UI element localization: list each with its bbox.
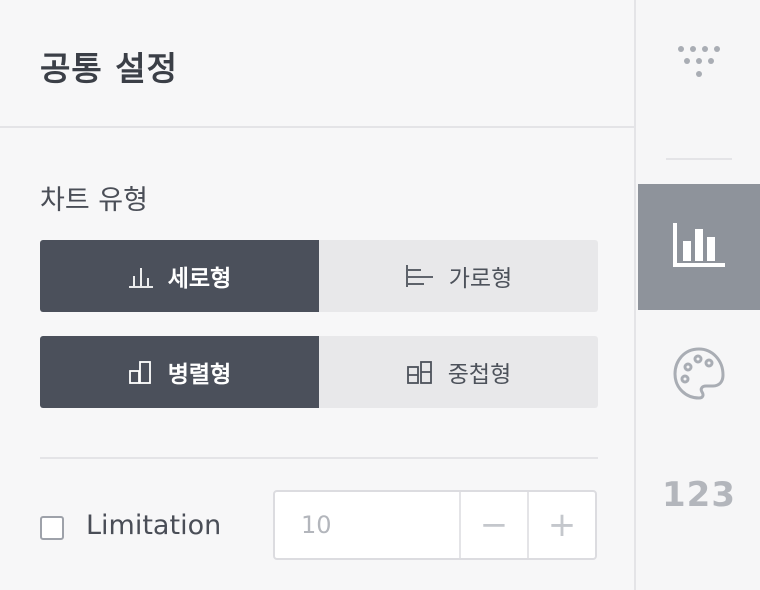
- common-settings-panel: 공통 설정 차트 유형 세로형 가로형 병렬형 중첩형 Limitation 1…: [0, 0, 636, 590]
- palette-icon: [672, 345, 726, 405]
- orientation-toggle: 세로형 가로형: [40, 240, 598, 312]
- stacked-bars-icon: [406, 360, 434, 384]
- stacked-layout-button[interactable]: 중첩형: [319, 336, 598, 408]
- increment-button[interactable]: +: [527, 492, 595, 558]
- chart-type-label: 차트 유형: [40, 185, 148, 216]
- decrement-button[interactable]: −: [459, 492, 527, 558]
- section-divider: [40, 457, 598, 459]
- vertical-orientation-label: 세로형: [167, 266, 232, 292]
- rail-number-format-tab[interactable]: 123: [638, 460, 760, 530]
- rail-filter-tab[interactable]: [638, 30, 760, 100]
- horizontal-bars-icon: [405, 264, 435, 288]
- filter-dots-icon: [676, 43, 722, 87]
- horizontal-orientation-button[interactable]: 가로형: [319, 240, 598, 312]
- rail-separator: [666, 158, 732, 160]
- limitation-checkbox[interactable]: [40, 516, 64, 540]
- limitation-stepper: − +: [273, 490, 597, 560]
- panel-title: 공통 설정: [40, 49, 178, 88]
- settings-rail: 123: [638, 0, 760, 590]
- rail-chart-tab[interactable]: [638, 184, 760, 310]
- layout-toggle: 병렬형 중첩형: [40, 336, 598, 408]
- vertical-bars-icon: [128, 264, 154, 288]
- horizontal-orientation-label: 가로형: [448, 266, 513, 292]
- limitation-value-input[interactable]: [275, 492, 459, 558]
- limitation-label[interactable]: Limitation: [86, 510, 221, 541]
- parallel-layout-button[interactable]: 병렬형: [40, 336, 319, 408]
- bar-chart-icon: [671, 221, 727, 273]
- rail-palette-tab[interactable]: [638, 330, 760, 420]
- panel-header: 공통 설정: [0, 0, 634, 128]
- parallel-bars-icon: [128, 360, 154, 384]
- stacked-layout-label: 중첩형: [447, 362, 512, 388]
- parallel-layout-label: 병렬형: [167, 362, 232, 388]
- settings-root: 공통 설정 차트 유형 세로형 가로형 병렬형 중첩형 Limitation 1…: [0, 0, 760, 590]
- vertical-orientation-button[interactable]: 세로형: [40, 240, 319, 312]
